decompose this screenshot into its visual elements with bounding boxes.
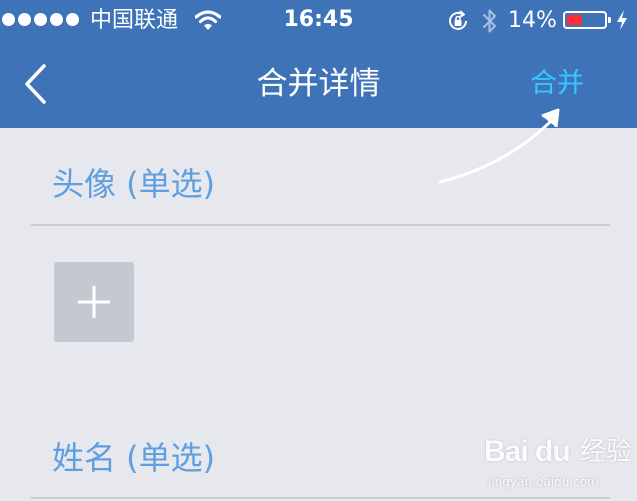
bluetooth-icon [483,9,496,33]
annotation-arrow [438,108,560,184]
page-title: 合并详情 [256,66,381,102]
signal-dots-icon [2,13,79,26]
chevron-left-icon[interactable] [18,62,54,106]
battery-level [567,15,582,25]
rotation-lock-icon [449,10,467,30]
watermark-url: jingyan.baidu.com [488,475,599,489]
wifi-icon [195,10,221,30]
watermark-sub: 经验 [580,437,633,467]
divider [31,224,610,226]
status-bar: 中国联通 16:45 14% [0,0,637,42]
plus-icon [78,286,110,318]
avatar-section-label: 头像 (单选) [52,165,216,203]
battery-icon [563,11,611,29]
status-time: 16:45 [283,7,354,32]
name-section-label: 姓名 (单选) [52,439,216,477]
baidu-jingyan-watermark: Bai du 经验 jingyan.baidu.com [484,432,634,498]
carrier-name: 中国联通 [90,8,179,33]
battery-percent: 14% [508,8,557,33]
charging-bolt-icon [617,10,627,30]
add-avatar-button[interactable] [54,262,134,342]
watermark-brand: Bai du [484,435,571,468]
